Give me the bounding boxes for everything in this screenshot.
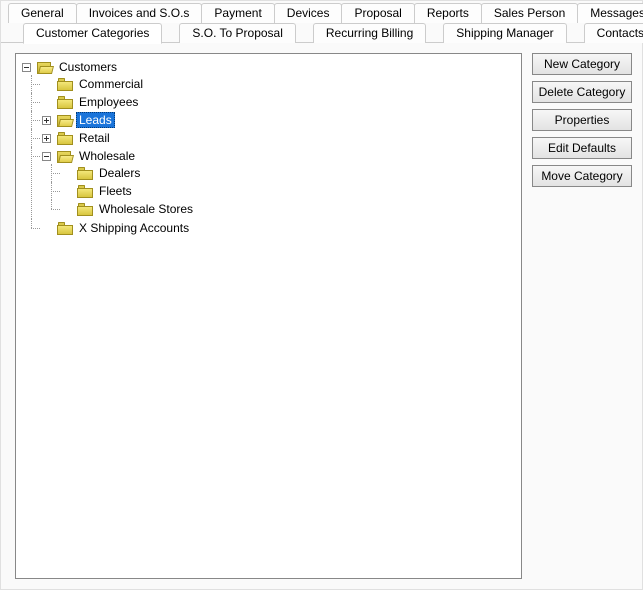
move-category-button[interactable]: Move Category <box>532 165 632 187</box>
folder-closed-icon <box>77 167 93 180</box>
expander-icon[interactable] <box>42 134 51 143</box>
tree-node-retail[interactable]: Retail <box>42 130 113 146</box>
expander-spacer-icon <box>42 224 51 233</box>
tree-label: Commercial <box>76 76 146 92</box>
tree-node-fleets[interactable]: Fleets <box>62 183 135 199</box>
folder-open-icon <box>57 114 73 127</box>
folder-closed-icon <box>77 203 93 216</box>
tree-label: Retail <box>76 130 113 146</box>
button-column: New Category Delete Category Properties … <box>532 53 632 579</box>
tree-node-commercial[interactable]: Commercial <box>42 76 146 92</box>
expander-icon[interactable] <box>22 63 31 72</box>
tab-payment[interactable]: Payment <box>201 3 274 23</box>
edit-defaults-button[interactable]: Edit Defaults <box>532 137 632 159</box>
expander-spacer-icon <box>62 169 71 178</box>
content-area: Customers Commercial <box>1 43 642 589</box>
expander-icon[interactable] <box>42 152 51 161</box>
folder-open-icon <box>57 150 73 163</box>
tree-label: Wholesale Stores <box>96 201 196 217</box>
expander-spacer-icon <box>62 187 71 196</box>
expander-spacer-icon <box>62 205 71 214</box>
folder-closed-icon <box>57 132 73 145</box>
tab-invoices[interactable]: Invoices and S.O.s <box>76 3 203 23</box>
category-tree: Customers Commercial <box>16 58 521 238</box>
tab-row-1: General Invoices and S.O.s Payment Devic… <box>1 3 642 23</box>
expander-icon[interactable] <box>42 116 51 125</box>
folder-closed-icon <box>57 78 73 91</box>
folder-open-icon <box>37 61 53 74</box>
expander-spacer-icon <box>42 80 51 89</box>
tree-label: Dealers <box>96 165 143 181</box>
tab-row-2: Customer Categories S.O. To Proposal Rec… <box>1 23 642 43</box>
tree-label-selected: Leads <box>76 112 115 128</box>
properties-button[interactable]: Properties <box>532 109 632 131</box>
folder-closed-icon <box>77 185 93 198</box>
tab-shipping-manager[interactable]: Shipping Manager <box>443 23 566 43</box>
tab-contacts[interactable]: Contacts <box>584 23 643 43</box>
tree-label: Fleets <box>96 183 135 199</box>
tab-so-to-proposal[interactable]: S.O. To Proposal <box>179 23 296 43</box>
tab-messages[interactable]: Messages <box>577 3 643 23</box>
tree-node-leads[interactable]: Leads <box>42 112 115 128</box>
tab-customer-categories[interactable]: Customer Categories <box>23 23 162 44</box>
tree-node-wholesale[interactable]: Wholesale <box>42 148 138 164</box>
tab-reports[interactable]: Reports <box>414 3 482 23</box>
tree-node-dealers[interactable]: Dealers <box>62 165 143 181</box>
delete-category-button[interactable]: Delete Category <box>532 81 632 103</box>
tree-panel: Customers Commercial <box>15 53 522 579</box>
tab-general[interactable]: General <box>8 3 77 23</box>
tab-devices[interactable]: Devices <box>274 3 343 23</box>
tree-label: Customers <box>56 59 120 75</box>
tab-sales-person[interactable]: Sales Person <box>481 3 578 23</box>
tree-node-wholesale-stores[interactable]: Wholesale Stores <box>62 201 196 217</box>
tree-label: Wholesale <box>76 148 138 164</box>
tree-label: Employees <box>76 94 141 110</box>
folder-closed-icon <box>57 96 73 109</box>
tree-node-employees[interactable]: Employees <box>42 94 141 110</box>
tab-recurring-billing[interactable]: Recurring Billing <box>313 23 426 43</box>
folder-closed-icon <box>57 222 73 235</box>
tree-node-customers[interactable]: Customers <box>22 59 120 75</box>
window: General Invoices and S.O.s Payment Devic… <box>0 0 643 590</box>
tab-proposal[interactable]: Proposal <box>341 3 414 23</box>
expander-spacer-icon <box>42 98 51 107</box>
new-category-button[interactable]: New Category <box>532 53 632 75</box>
tree-label: X Shipping Accounts <box>76 220 192 236</box>
tree-node-x-shipping-accounts[interactable]: X Shipping Accounts <box>42 220 192 236</box>
